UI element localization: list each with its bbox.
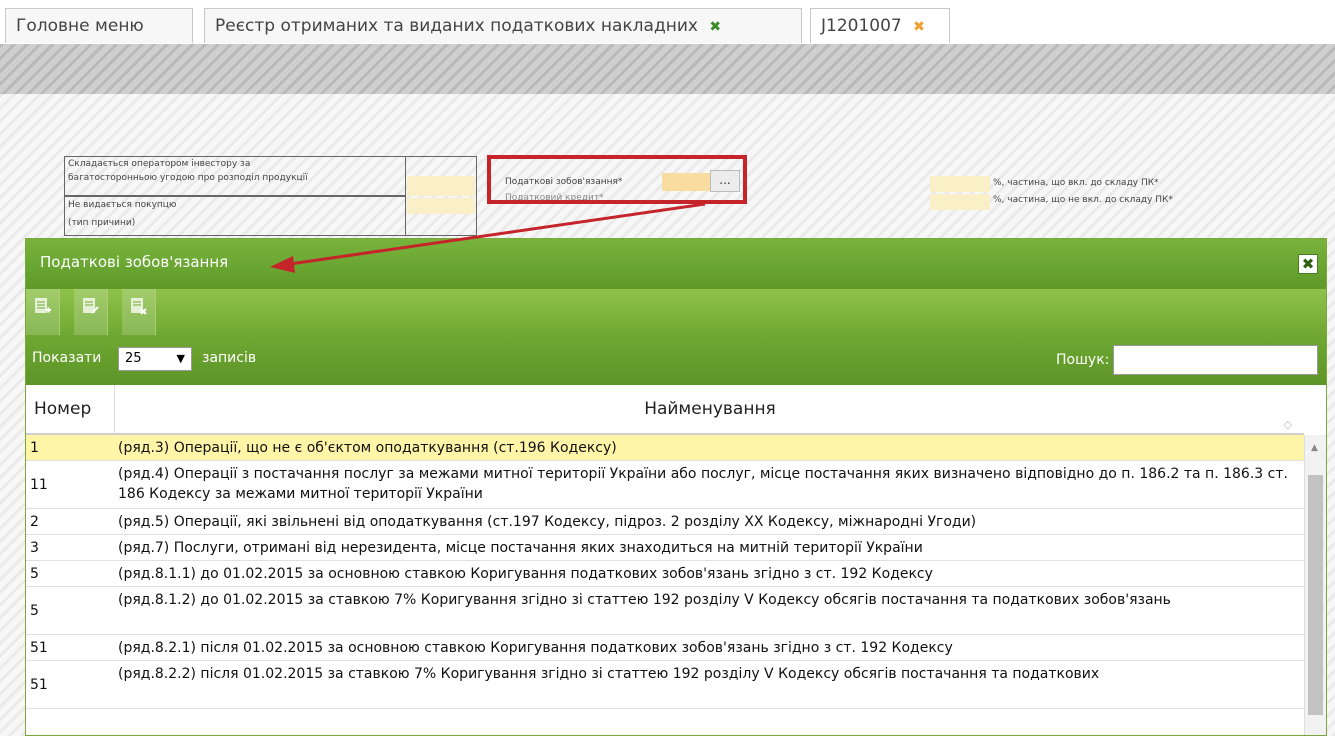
annotation-arrow [270, 202, 706, 273]
